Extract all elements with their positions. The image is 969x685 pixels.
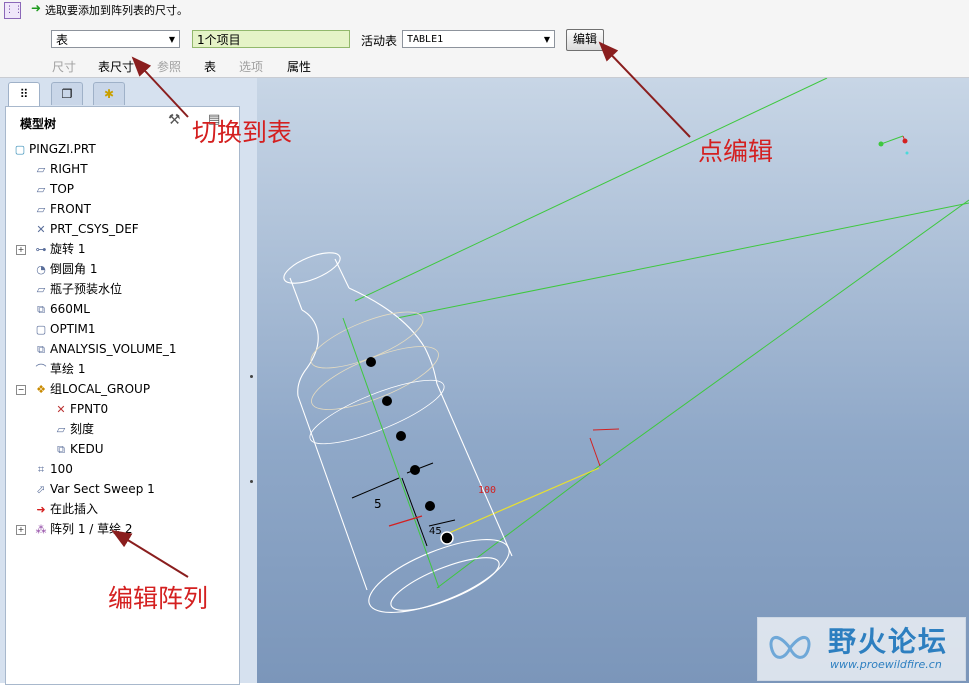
annotation-arrow: [598, 41, 691, 138]
annotation-arrow: [111, 529, 189, 578]
watermark-title: 野火论坛: [828, 625, 949, 658]
annotation-click-edit: 点编辑: [698, 137, 774, 166]
forum-watermark: 野火论坛 www.proewildfire.cn: [757, 617, 966, 681]
butterfly-logo-icon: [769, 636, 811, 659]
watermark-url: www.proewildfire.cn: [830, 658, 942, 671]
annotation-arrow: [131, 56, 189, 118]
annotation-switch-to-table: 切换到表: [192, 118, 293, 147]
annotation-edit-pattern: 编辑阵列: [108, 584, 209, 613]
